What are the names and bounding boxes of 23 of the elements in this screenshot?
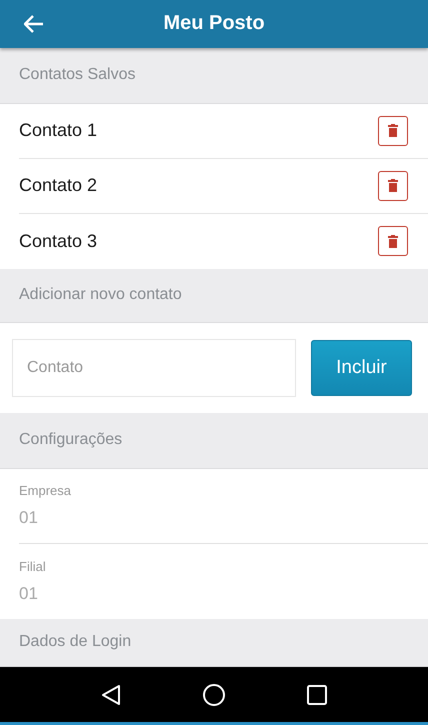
circle-icon	[203, 684, 225, 706]
home-nav-button[interactable]	[203, 684, 225, 706]
contact-name: Contato 3	[19, 230, 98, 252]
field-value: 01	[19, 584, 39, 604]
delete-button[interactable]	[378, 226, 408, 256]
contact-name: Contato 1	[19, 120, 98, 141]
field-label: Empresa	[19, 483, 72, 498]
trash-icon	[388, 124, 398, 137]
back-nav-button[interactable]	[101, 684, 121, 706]
square-icon	[307, 684, 327, 705]
delete-button[interactable]	[378, 116, 408, 146]
screen-title: Meu Posto	[163, 12, 265, 36]
field-label: Filial	[19, 558, 47, 574]
contact-name: Contato 2	[19, 175, 98, 196]
triangle-icon	[101, 684, 121, 706]
recents-nav-button[interactable]	[307, 684, 327, 705]
delete-button[interactable]	[378, 170, 408, 200]
trash-icon	[388, 234, 398, 248]
field-value: 01	[19, 508, 39, 528]
trash-icon	[388, 179, 398, 192]
contact-field[interactable]: Contato	[12, 339, 296, 398]
include-button[interactable]: Incluir	[311, 340, 412, 396]
back-arrow-icon	[24, 15, 44, 33]
